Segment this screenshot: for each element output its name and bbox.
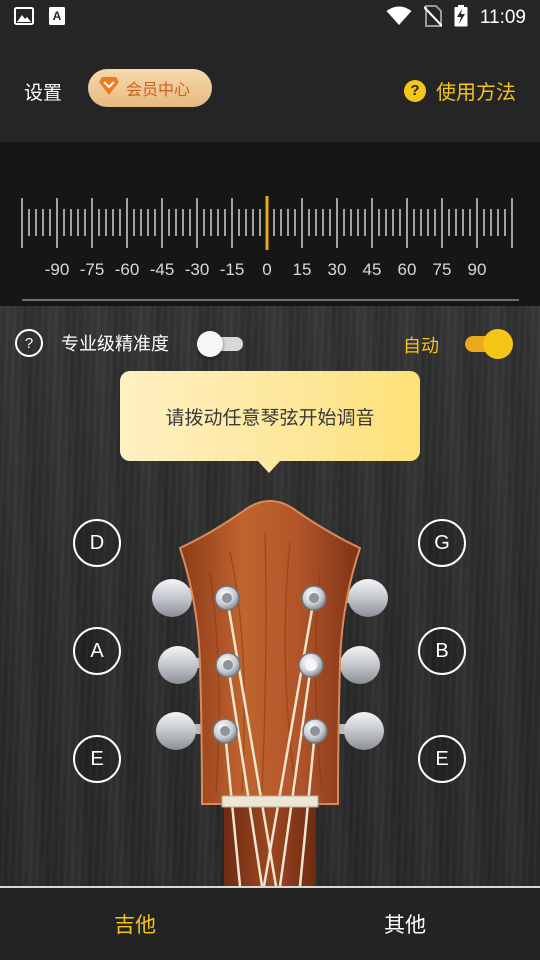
tuning-meter: -90 -75 -60 -45 -30 -15 0 15 30 45 60 75 90 (0, 142, 540, 306)
pro-accuracy-row: ? 专业级精准度 (15, 329, 169, 357)
no-sim-icon (423, 5, 443, 31)
toggle-knob (197, 331, 223, 357)
help-label: 使用方法 (436, 80, 516, 104)
auto-label: 自动 (403, 336, 439, 357)
string-button-low-e[interactable]: E (73, 735, 121, 783)
bottom-tab-bar: 吉他 其他 (0, 886, 540, 960)
scale-label: -30 (184, 260, 210, 279)
string-button-d[interactable]: D (73, 519, 121, 567)
scale-label: 75 (432, 260, 452, 279)
meter-scale (21, 196, 513, 250)
pro-help-icon[interactable]: ? (15, 329, 43, 357)
headstock-body (178, 500, 362, 805)
image-icon (14, 7, 34, 29)
string-button-a[interactable]: A (73, 627, 121, 675)
tuning-peg (298, 652, 324, 678)
scale-label: 15 (292, 260, 312, 279)
tuning-needle (265, 196, 269, 250)
auto-toggle[interactable] (463, 329, 513, 359)
tuner-knob (334, 712, 384, 750)
guitar-nut (221, 795, 319, 808)
scale-label: -90 (44, 260, 70, 279)
settings-button[interactable]: 设置 (24, 78, 62, 105)
scale-label: 0 (262, 260, 272, 279)
vip-center-button[interactable]: 会员中心 (88, 69, 212, 107)
clock: 11:09 (479, 7, 526, 28)
vip-label: 会员中心 (126, 80, 191, 99)
question-icon: ? (404, 79, 426, 102)
font-a-icon: A (48, 6, 66, 30)
scale-label: -45 (149, 260, 175, 279)
tuning-peg (212, 718, 238, 744)
hint-tooltip: 请拨动任意琴弦开始调音 (120, 371, 420, 461)
string-button-b[interactable]: B (418, 627, 466, 675)
help-button[interactable]: ? 使用方法 (404, 76, 516, 105)
meter-baseline (22, 299, 519, 301)
tooltip-arrow (257, 460, 281, 473)
top-bar: 设置 会员中心 ? 使用方法 (0, 36, 540, 142)
scale-label: 90 (467, 260, 487, 279)
tab-other[interactable]: 其他 (270, 888, 540, 960)
string-button-high-e[interactable]: E (418, 735, 466, 783)
pro-accuracy-label: 专业级精准度 (61, 334, 169, 355)
battery-charging-icon (454, 5, 468, 31)
wifi-icon (386, 6, 412, 30)
scale-label: 60 (397, 260, 417, 279)
tuning-peg (215, 652, 241, 678)
scale-label: 45 (362, 260, 382, 279)
scale-label: -75 (79, 260, 105, 279)
svg-text:A: A (53, 9, 62, 23)
pro-accuracy-toggle[interactable] (197, 331, 245, 357)
scale-labels: -90 -75 -60 -45 -30 -15 0 15 30 45 60 75 90 (0, 260, 540, 284)
string-button-g[interactable]: G (418, 519, 466, 567)
scale-label: 30 (327, 260, 347, 279)
tuning-peg (302, 718, 328, 744)
guitar-headstock (150, 492, 390, 890)
tuner-knob (156, 712, 206, 750)
scale-label: -60 (114, 260, 140, 279)
toggle-knob (483, 329, 513, 359)
tuning-peg (214, 585, 240, 611)
tuning-peg (301, 585, 327, 611)
diamond-icon (98, 76, 120, 100)
status-bar: A 11:09 (0, 0, 540, 36)
hint-text: 请拨动任意琴弦开始调音 (165, 406, 375, 429)
scale-label: -15 (219, 260, 245, 279)
tab-guitar[interactable]: 吉他 (0, 888, 270, 960)
